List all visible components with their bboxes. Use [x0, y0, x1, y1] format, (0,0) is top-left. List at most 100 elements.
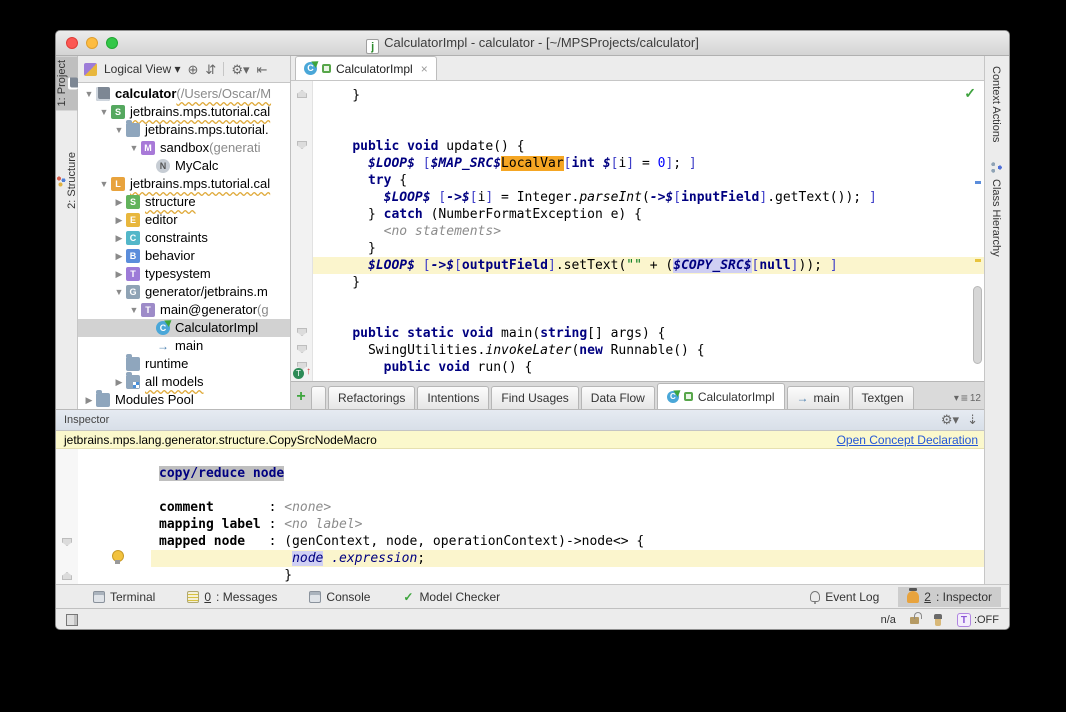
expander-icon[interactable]: ▼ [112, 121, 126, 139]
code-line[interactable]: public static void main(string[] args) { [313, 325, 984, 342]
expander-icon[interactable]: ▶ [112, 229, 126, 247]
toggle-toolbuttons-icon[interactable] [66, 614, 78, 626]
expander-icon[interactable]: ▶ [112, 373, 126, 391]
inspector-line[interactable]: mapping label : <no label> [151, 516, 986, 533]
code-line[interactable]: } [313, 240, 984, 257]
toolwindow-button-event-log[interactable]: Event Log [801, 587, 888, 607]
locate-icon[interactable]: ⊕ [188, 63, 199, 76]
tree-row[interactable]: ▼Sjetbrains.mps.tutorial.cal [78, 103, 290, 121]
intention-bulb-icon[interactable] [111, 550, 123, 565]
expander-icon[interactable]: ▶ [112, 265, 126, 283]
fold-icon[interactable] [297, 141, 307, 149]
toolwindow-tab-class-hierarchy[interactable]: Class Hierarchy [985, 152, 1007, 267]
tree-row[interactable]: ▶Modules Pool [78, 391, 290, 409]
expander-icon[interactable]: ▶ [112, 247, 126, 265]
expander-icon[interactable]: ▼ [127, 301, 141, 319]
view-selector[interactable]: Logical View ▾ [104, 62, 181, 76]
bottom-tab-textgen[interactable]: Textgen [852, 386, 914, 409]
tree-row[interactable]: ▶Bbehavior [78, 247, 290, 265]
code-line[interactable] [313, 308, 984, 325]
bottom-tab-main[interactable]: →main [787, 386, 850, 409]
tree-row[interactable]: ▼jetbrains.mps.tutorial. [78, 121, 290, 139]
toolwindow-button-terminal[interactable]: Terminal [84, 587, 164, 607]
code-line[interactable] [313, 104, 984, 121]
tab-overflow-control[interactable]: ▾ ≡ 12 [954, 391, 981, 405]
code-line[interactable] [313, 121, 984, 138]
tree-row[interactable]: ▼Tmain@generator (g [78, 301, 290, 319]
fold-icon[interactable] [297, 328, 307, 336]
close-tab-icon[interactable]: × [421, 62, 428, 76]
collapse-all-icon[interactable]: ⇵ [205, 63, 216, 76]
tree-row[interactable]: ▼calculator (/Users/Oscar/M [78, 85, 290, 103]
bottom-tab-refactorings[interactable]: Refactorings [328, 386, 415, 409]
tree-row[interactable]: ▶Ttypesystem [78, 265, 290, 283]
expander-icon[interactable]: ▼ [127, 139, 141, 157]
settings-gear-icon[interactable]: ⚙▾ [231, 63, 249, 76]
inspector-line[interactable]: } [151, 567, 986, 584]
code-line[interactable]: public void run() { [313, 359, 984, 376]
inspector-content[interactable]: copy/reduce node comment : <none>mapping … [56, 449, 986, 584]
code-line[interactable]: } [313, 87, 984, 104]
fold-icon[interactable] [297, 90, 307, 98]
code-line[interactable]: public void update() { [313, 138, 984, 155]
toolwindow-tab-context-actions[interactable]: Context Actions [985, 56, 1007, 152]
code-line[interactable]: $LOOP$ [->$[outputField].setText("" + ($… [313, 257, 984, 274]
tree-row[interactable]: ▶Cconstraints [78, 229, 290, 247]
expander-icon[interactable]: ▶ [112, 193, 126, 211]
code-line[interactable]: } [313, 274, 984, 291]
expander-icon[interactable]: ▼ [112, 283, 126, 301]
open-concept-declaration-link[interactable]: Open Concept Declaration [837, 433, 978, 447]
bottom-tab-calculatorimpl[interactable]: CCalculatorImpl [657, 383, 785, 409]
tree-row[interactable]: runtime [78, 355, 290, 373]
tree-row[interactable]: ▶Eeditor [78, 211, 290, 229]
typing-mode-indicator[interactable]: T :OFF [957, 613, 999, 627]
hide-panel-icon[interactable]: ⇤ [257, 63, 268, 76]
code-line[interactable]: $LOOP$ [->$[i] = Integer.parseInt(->$[in… [313, 189, 984, 206]
expander-icon[interactable]: ▶ [112, 211, 126, 229]
fold-icon[interactable] [62, 538, 72, 546]
fold-icon[interactable] [297, 345, 307, 353]
tree-row[interactable]: ▶Sstructure [78, 193, 290, 211]
tree-row[interactable]: CCalculatorImpl [78, 319, 290, 337]
tree-row[interactable]: ▼Ljetbrains.mps.tutorial.cal [78, 175, 290, 193]
code-line[interactable]: SwingUtilities.invokeLater(new Runnable(… [313, 342, 984, 359]
toolwindow-button-inspector[interactable]: 2: Inspector [898, 587, 1001, 607]
expander-icon[interactable]: ▶ [82, 391, 96, 409]
toolwindow-tab-structure[interactable]: 2: Structure [56, 148, 78, 213]
unlocked-icon[interactable] [910, 617, 919, 624]
code-line[interactable]: <no statements> [313, 223, 984, 240]
inspector-line[interactable]: copy/reduce node [151, 465, 986, 482]
tree-row[interactable]: →main [78, 337, 290, 355]
tree-row[interactable]: NMyCalc [78, 157, 290, 175]
inspector-line[interactable]: comment : <none> [151, 499, 986, 516]
toolwindow-button-console[interactable]: Console [300, 587, 379, 607]
expander-icon[interactable]: ▼ [97, 103, 111, 121]
bottom-tab-intentions[interactable]: Intentions [417, 386, 489, 409]
bottom-tab-data-flow[interactable]: Data Flow [581, 386, 655, 409]
toolwindow-button-model-checker[interactable]: ✓Model Checker [393, 587, 509, 607]
inspector-line[interactable]: node .expression; [151, 550, 986, 567]
inspector-line[interactable]: mapped node : (genContext, node, operati… [151, 533, 986, 550]
code-line[interactable]: $LOOP$ [$MAP_SRC$LocalVar[int $[i] = 0];… [313, 155, 984, 172]
hector-inspections-icon[interactable] [933, 614, 943, 626]
editor-scrollbar[interactable] [973, 286, 982, 364]
code-line[interactable]: } catch (NumberFormatException e) { [313, 206, 984, 223]
inspector-line[interactable] [151, 482, 986, 499]
toolwindow-tab-project[interactable]: 1: Project [56, 56, 78, 110]
expander-icon[interactable]: ▼ [97, 175, 111, 193]
tree-row[interactable]: ▼Msandbox (generati [78, 139, 290, 157]
bottom-tab-find-usages[interactable]: Find Usages [491, 386, 578, 409]
expander-icon[interactable]: ▼ [82, 85, 96, 103]
inspector-hide-icon[interactable]: ⇣ [967, 412, 978, 428]
tree-row[interactable]: ▼Ggenerator/jetbrains.m [78, 283, 290, 301]
toolwindow-button-messages[interactable]: 0: Messages [178, 587, 286, 607]
code-line[interactable] [313, 291, 984, 308]
add-tab-icon[interactable]: + [293, 388, 309, 406]
code-line[interactable]: try { [313, 172, 984, 189]
inspector-gear-icon[interactable]: ⚙▾ [941, 412, 959, 428]
code-editor[interactable]: } public void update() { $LOOP$ [$MAP_SR… [291, 81, 984, 381]
generation-trace-icon[interactable]: T [293, 368, 304, 379]
fold-icon[interactable] [62, 572, 72, 580]
tree-row[interactable]: ▶all models [78, 373, 290, 391]
editor-tab-calculatorimpl[interactable]: C CalculatorImpl × [295, 56, 437, 80]
